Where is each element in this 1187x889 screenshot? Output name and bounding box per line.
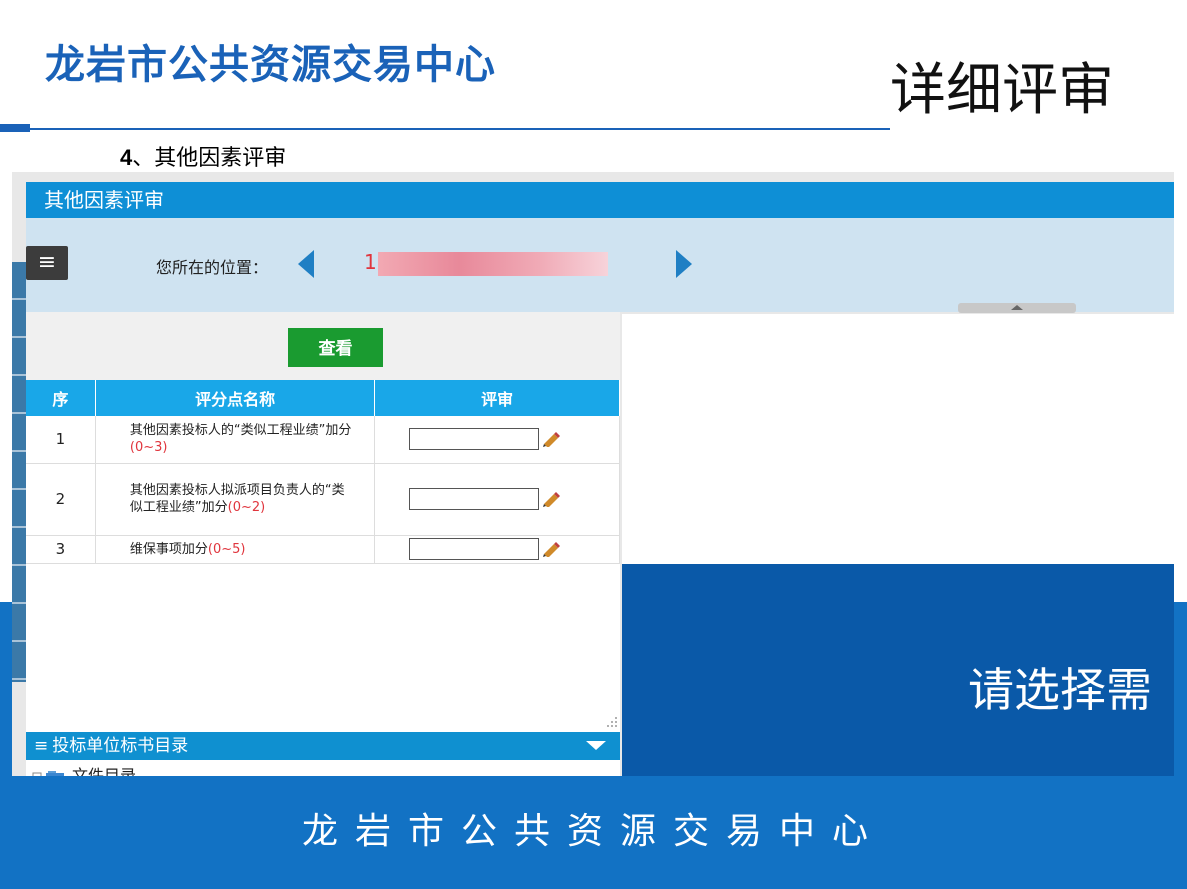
table-row: 3 维保事项加分(0~5)	[26, 535, 620, 564]
org-title: 龙岩市公共资源交易中心	[45, 42, 496, 88]
title-accent	[0, 124, 30, 132]
directory-header[interactable]: ≡ 投标单位标书目录	[26, 732, 620, 760]
nav-right-icon[interactable]	[672, 250, 694, 280]
row-name: 维保事项加分(0~5)	[95, 535, 376, 564]
score-input[interactable]	[409, 428, 540, 451]
row-range: (0~5)	[207, 541, 246, 557]
toolbar: 查看	[26, 312, 620, 380]
score-input[interactable]	[409, 538, 540, 560]
directory-title: 投标单位标书目录	[52, 736, 189, 756]
resize-grip-icon[interactable]	[606, 716, 618, 728]
location-label: 您所在的位置：	[156, 258, 269, 277]
left-strip	[12, 262, 26, 682]
table-row: 1 其他因素投标人的“类似工程业绩”加分(0~3)	[26, 416, 620, 464]
row-no: 3	[26, 535, 96, 564]
row-no: 1	[26, 416, 96, 464]
select-prompt: 请选择需	[968, 663, 1152, 717]
location-bar: ≡ 您所在的位置： 1	[26, 218, 1174, 312]
score-input[interactable]	[409, 488, 540, 510]
menu-icon[interactable]: ≡	[26, 246, 68, 280]
preview-area	[622, 314, 1174, 564]
row-review	[374, 416, 620, 464]
row-review	[374, 535, 620, 564]
view-button[interactable]: 查看	[288, 328, 383, 367]
window-title: 其他因素评审	[26, 182, 1174, 218]
table-row: 2 其他因素投标人拟派项目负责人的“类似工程业绩”加分(0~2)	[26, 463, 620, 536]
review-table: 序 评分点名称 评审 1 其他因素投标人的“类似工程业绩”加分(0~3) 2 其…	[26, 380, 620, 564]
slide-title: 详细评审	[890, 58, 1114, 123]
pencil-icon[interactable]	[541, 491, 561, 507]
row-name: 其他因素投标人的“类似工程业绩”加分(0~3)	[95, 416, 376, 464]
row-no: 2	[26, 463, 96, 536]
nav-left-icon[interactable]	[298, 250, 314, 278]
section-heading: 4、其他因素评审	[120, 140, 286, 172]
row-name-text: 维保事项加分	[129, 541, 208, 557]
menu-icon: ≡	[34, 736, 49, 756]
preview-placeholder: 请选择需	[622, 564, 1174, 778]
pencil-icon[interactable]	[541, 431, 561, 448]
footer-text: 龙岩市公共资源交易中心	[301, 811, 885, 852]
header-no: 序	[26, 380, 96, 416]
chevron-down-icon[interactable]	[586, 741, 606, 750]
location-redacted	[378, 252, 608, 276]
section-title: 、其他因素评审	[132, 146, 287, 171]
collapse-up-icon[interactable]	[958, 303, 1076, 313]
row-review	[374, 463, 620, 536]
review-panel: 查看 序 评分点名称 评审 1 其他因素投标人的“类似工程业绩”加分(0~3) …	[26, 312, 620, 778]
header-review: 评审	[374, 380, 620, 416]
row-range: (0~2)	[227, 500, 266, 515]
row-range: (0~3)	[129, 440, 168, 456]
row-name-text: 其他因素投标人的“类似工程业绩”加分	[129, 423, 352, 439]
header-name: 评分点名称	[95, 380, 376, 416]
pencil-icon[interactable]	[541, 541, 561, 557]
row-name: 其他因素投标人拟派项目负责人的“类似工程业绩”加分(0~2)	[95, 463, 376, 536]
app-screenshot: 其他因素评审 ≡ 您所在的位置： 1 查看 序 评分点名称 评审 1 其他因素投…	[12, 172, 1174, 778]
location-value: 1	[364, 250, 377, 274]
title-rule	[28, 128, 890, 130]
section-number: 4	[120, 145, 133, 170]
